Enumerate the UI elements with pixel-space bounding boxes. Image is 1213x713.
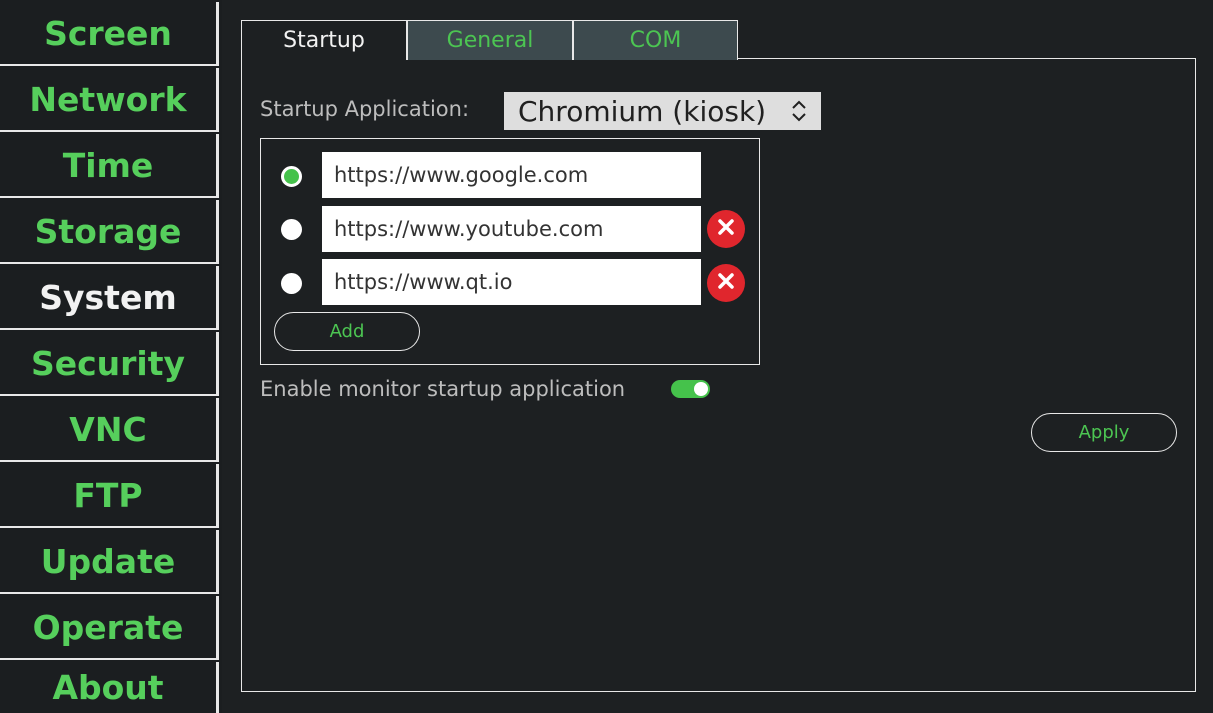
sidebar-item-network[interactable]: Network [0, 68, 219, 132]
url-input-youtube[interactable] [322, 206, 701, 252]
sidebar-item-system[interactable]: System [0, 266, 219, 330]
delete-url-qt-button[interactable] [707, 264, 745, 302]
close-circle-icon [717, 218, 735, 240]
apply-button[interactable]: Apply [1031, 413, 1177, 452]
sidebar-item-vnc[interactable]: VNC [0, 398, 219, 462]
sidebar-item-about[interactable]: About [0, 662, 219, 713]
sidebar-item-ftp[interactable]: FTP [0, 464, 219, 528]
tab-startup[interactable]: Startup [241, 20, 407, 60]
startup-application-label: Startup Application: [260, 97, 470, 121]
toggle-knob [694, 382, 708, 396]
close-circle-icon [717, 272, 735, 294]
add-url-button[interactable]: Add [274, 312, 420, 351]
startup-application-value: Chromium (kiosk) [518, 94, 767, 128]
tab-general[interactable]: General [407, 20, 573, 60]
delete-url-youtube-button[interactable] [707, 210, 745, 248]
tab-com[interactable]: COM [573, 20, 738, 60]
monitor-startup-label: Enable monitor startup application [260, 377, 626, 401]
url-radio-google[interactable] [281, 166, 302, 187]
url-radio-youtube[interactable] [281, 219, 302, 240]
sidebar: Screen Network Time Storage System Secur… [0, 0, 222, 713]
sidebar-item-update[interactable]: Update [0, 530, 219, 594]
sidebar-item-security[interactable]: Security [0, 332, 219, 396]
monitor-startup-toggle[interactable] [671, 380, 710, 398]
sidebar-item-operate[interactable]: Operate [0, 596, 219, 660]
sidebar-item-screen[interactable]: Screen [0, 2, 219, 66]
url-input-qt[interactable] [322, 259, 701, 305]
sidebar-item-storage[interactable]: Storage [0, 200, 219, 264]
url-radio-qt[interactable] [281, 273, 302, 294]
active-tab-join [242, 57, 406, 60]
chevron-up-down-icon [791, 98, 807, 131]
sidebar-item-time[interactable]: Time [0, 134, 219, 198]
startup-application-select[interactable]: Chromium (kiosk) [504, 92, 821, 130]
url-input-google[interactable] [322, 152, 701, 198]
